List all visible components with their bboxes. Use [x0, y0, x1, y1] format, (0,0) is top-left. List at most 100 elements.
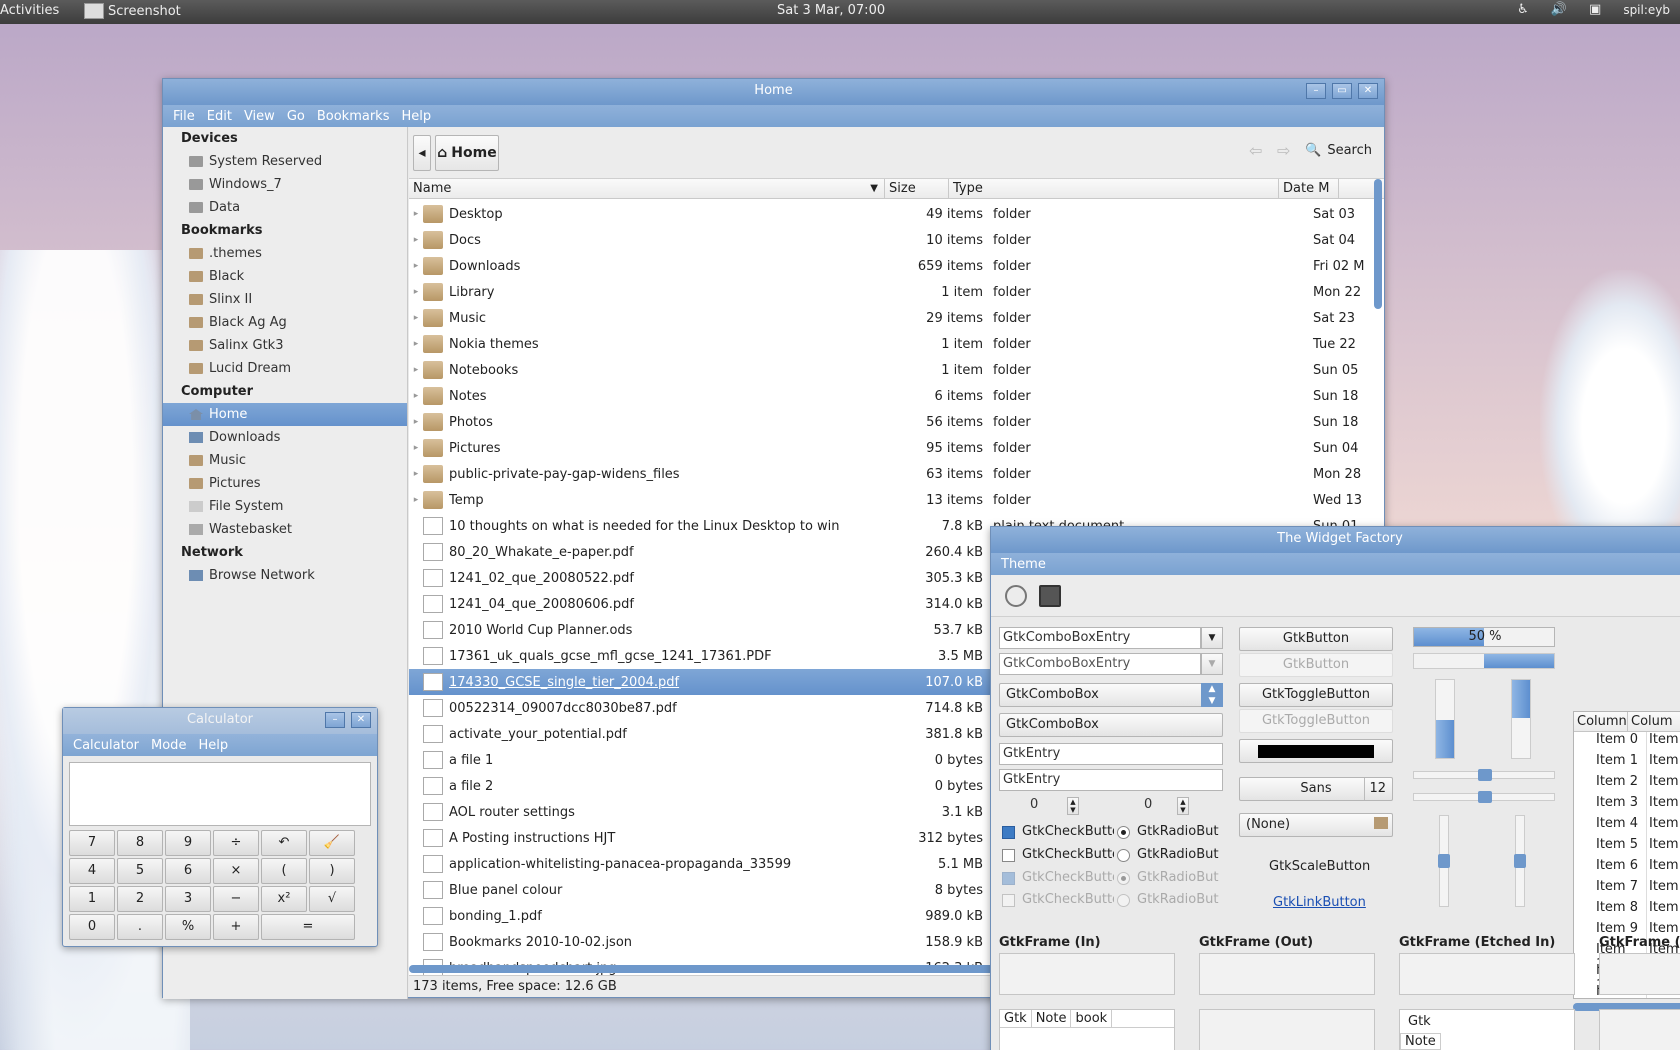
toggle-button[interactable]: GtkToggleButton [1239, 683, 1393, 707]
sidebar-item-browse-network[interactable]: Browse Network [163, 564, 407, 587]
tree-column-1[interactable]: Column 1 [1574, 712, 1628, 731]
notebook-tab[interactable]: Gtk [1000, 1010, 1032, 1027]
vertical-scrollbar[interactable] [1374, 179, 1382, 309]
file-chooser-button[interactable]: (None) [1239, 813, 1393, 837]
combo-box-entry-1[interactable]: GtkComboBoxEntry [999, 627, 1201, 649]
calc-key[interactable]: 8 [117, 830, 163, 856]
expander-icon[interactable]: ▸ [409, 339, 423, 349]
path-home-button[interactable]: ⌂ Home [435, 135, 499, 171]
calc-key[interactable]: 3 [165, 886, 211, 912]
menu-edit[interactable]: Edit [201, 109, 238, 124]
combo-box-1[interactable]: GtkComboBox [999, 683, 1223, 707]
file-row[interactable]: ▸ Nokia themes 1 item folder Tue 22 [409, 331, 1371, 357]
menu-file[interactable]: File [167, 109, 201, 124]
expander-icon[interactable]: ▸ [409, 417, 423, 427]
check-button-1[interactable] [1002, 826, 1015, 839]
notebook-tab[interactable]: Note [1400, 1033, 1441, 1050]
sidebar-item-pictures[interactable]: Pictures [163, 472, 407, 495]
close-button[interactable]: ✕ [1358, 83, 1378, 99]
expander-icon[interactable]: ▸ [409, 313, 423, 323]
file-row[interactable]: ▸ Downloads 659 items folder Fri 02 M [409, 253, 1371, 279]
expander-icon[interactable]: ▸ [409, 209, 423, 219]
link-button[interactable]: GtkLinkButton [1273, 895, 1366, 910]
network-icon[interactable]: ▣ [1589, 2, 1601, 17]
chevron-down-icon[interactable]: ▼ [1201, 653, 1223, 675]
file-row[interactable]: ▸ Notebooks 1 item folder Sun 05 [409, 357, 1371, 383]
calc-key[interactable]: 4 [69, 858, 115, 884]
notebook-tab[interactable]: book [1071, 1010, 1113, 1027]
tree-row[interactable]: Item 2 Item [1574, 774, 1680, 795]
activities-button[interactable]: Activities [0, 3, 59, 18]
accessibility-icon[interactable]: ♿ [1517, 2, 1529, 17]
scale-handle[interactable] [1478, 791, 1492, 803]
spin-button-1[interactable]: 0 [1027, 795, 1069, 817]
tree-row[interactable]: Item 6 Item [1574, 858, 1680, 879]
close-button[interactable]: ✕ [351, 712, 371, 728]
calc-key[interactable]: 0 [69, 914, 115, 940]
sidebar-item-black[interactable]: Black [163, 265, 407, 288]
expander-icon[interactable]: ▸ [409, 365, 423, 375]
calc-key[interactable]: ( [261, 858, 307, 884]
menu-help[interactable]: Help [395, 109, 437, 124]
file-row[interactable]: ▸ Desktop 49 items folder Sat 03 [409, 201, 1371, 227]
scale-handle[interactable] [1514, 854, 1526, 868]
clock[interactable]: Sat 3 Mar, 07:00 [777, 3, 885, 18]
sidebar-item-black-ag-ag[interactable]: Black Ag Ag [163, 311, 407, 334]
menu-mode[interactable]: Mode [145, 738, 192, 753]
tree-row[interactable]: Item 4 Item [1574, 816, 1680, 837]
expander-icon[interactable]: ▸ [409, 261, 423, 271]
calc-key[interactable]: √ [309, 886, 355, 912]
sidebar-item-salinx[interactable]: Salinx Gtk3 [163, 334, 407, 357]
forward-arrow-icon[interactable]: ⇨ [1277, 141, 1290, 160]
sidebar-item-downloads[interactable]: Downloads [163, 426, 407, 449]
window-titlebar[interactable]: The Widget Factory [991, 527, 1680, 553]
vertical-scale-2[interactable] [1514, 815, 1526, 907]
calc-key[interactable]: 1 [69, 886, 115, 912]
file-row[interactable]: ▸ Photos 56 items folder Sun 18 [409, 409, 1371, 435]
horizontal-scale-2[interactable] [1413, 791, 1555, 803]
chevron-down-icon[interactable]: ▼ [1201, 627, 1223, 649]
column-type[interactable]: Type [949, 179, 1279, 198]
combo-box-2[interactable]: GtkComboBox [999, 713, 1223, 737]
calc-key[interactable]: + [213, 914, 259, 940]
calc-key[interactable]: x² [261, 886, 307, 912]
scale-button[interactable]: GtkScaleButton [1269, 859, 1370, 874]
sidebar-item-system-reserved[interactable]: System Reserved [163, 150, 407, 173]
expander-icon[interactable]: ▸ [409, 495, 423, 505]
calc-key[interactable]: 5 [117, 858, 163, 884]
tree-column-2[interactable]: Colum [1628, 712, 1680, 731]
sidebar-item-home[interactable]: Home [163, 403, 407, 426]
file-row[interactable]: ▸ public-private-pay-gap-widens_files 63 i… [409, 461, 1371, 487]
window-titlebar[interactable]: Home – ▭ ✕ [163, 79, 1384, 105]
sidebar-item-lucid-dream[interactable]: Lucid Dream [163, 357, 407, 380]
file-row[interactable]: ▸ Docs 10 items folder Sat 04 [409, 227, 1371, 253]
refresh-icon[interactable] [1005, 584, 1027, 607]
notebook-tab[interactable]: Gtk [1400, 1010, 1574, 1033]
menu-help[interactable]: Help [192, 738, 234, 753]
color-button[interactable] [1239, 739, 1393, 763]
calc-key[interactable]: = [261, 914, 355, 940]
calc-key[interactable]: − [213, 886, 259, 912]
tree-row[interactable]: Item 5 Item [1574, 837, 1680, 858]
calc-key[interactable]: % [165, 914, 211, 940]
sidebar-item-wastebasket[interactable]: Wastebasket [163, 518, 407, 541]
tree-row[interactable]: Item 8 Item [1574, 900, 1680, 921]
calc-key[interactable]: × [213, 858, 259, 884]
calc-key[interactable]: 9 [165, 830, 211, 856]
entry-2[interactable]: GtkEntry [999, 769, 1223, 791]
scale-handle[interactable] [1438, 854, 1450, 868]
maximize-button[interactable]: ▭ [1332, 83, 1352, 99]
file-row[interactable]: ▸ Notes 6 items folder Sun 18 [409, 383, 1371, 409]
radio-button-2[interactable] [1117, 849, 1130, 862]
sidebar-item-themes[interactable]: .themes [163, 242, 407, 265]
expander-icon[interactable]: ▸ [409, 235, 423, 245]
calc-key[interactable]: 6 [165, 858, 211, 884]
file-row[interactable]: ▸ Temp 13 items folder Wed 13 [409, 487, 1371, 513]
calculator-display[interactable] [69, 762, 371, 826]
expander-icon[interactable]: ▸ [409, 469, 423, 479]
calc-key[interactable]: ÷ [213, 830, 259, 856]
file-row[interactable]: ▸ Library 1 item folder Mon 22 [409, 279, 1371, 305]
tree-row[interactable]: Item 0 Item [1574, 732, 1680, 753]
horizontal-scale-1[interactable] [1413, 769, 1555, 781]
radio-button-1[interactable] [1117, 826, 1130, 839]
